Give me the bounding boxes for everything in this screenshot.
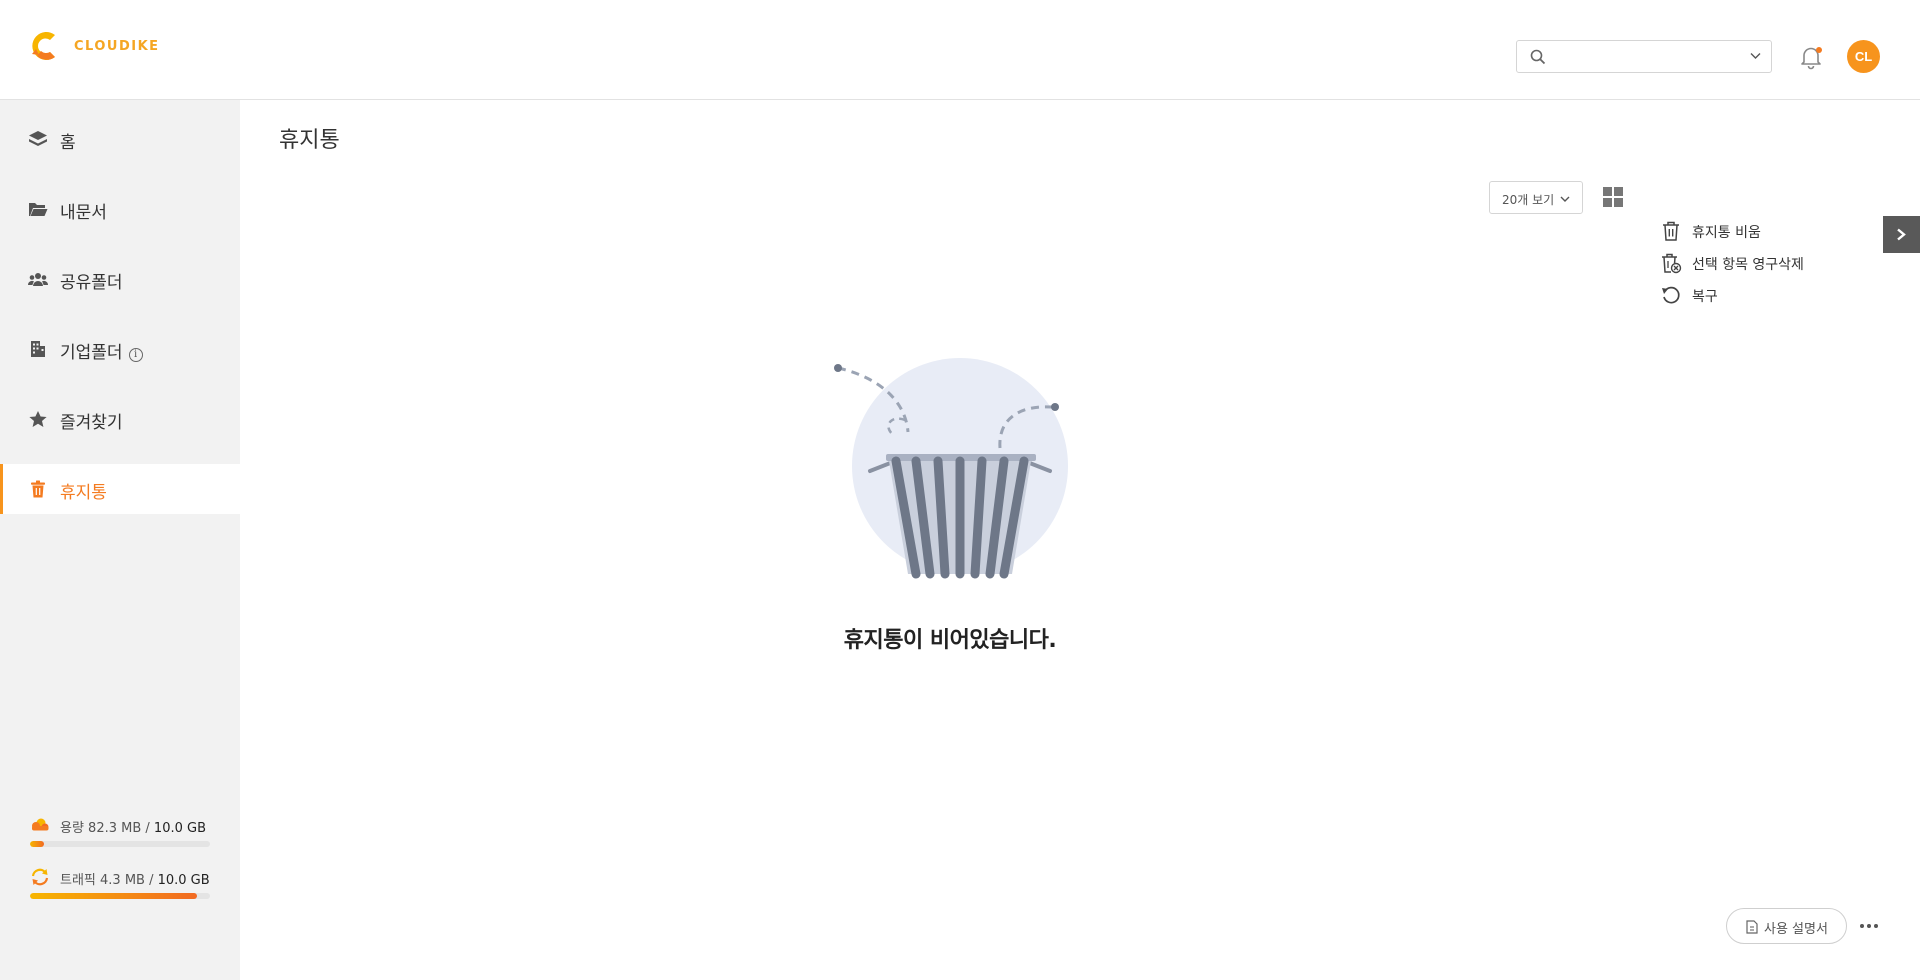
users-icon — [28, 273, 48, 286]
user-avatar[interactable]: CL — [1847, 40, 1880, 73]
sidebar-item-company-folders[interactable]: 기업폴더 i — [0, 324, 240, 374]
storage-progress-bar — [30, 841, 210, 847]
cloudike-logo[interactable]: CLOUDIKE — [28, 26, 160, 66]
empty-state-message: 휴지통이 비어있습니다. — [843, 628, 1057, 653]
traffic-used-label: 트래픽 4.3 MB / — [60, 873, 158, 888]
items-per-page-value: 20개 보기 — [1502, 193, 1555, 207]
restore-button[interactable]: 복구 — [1660, 283, 1860, 307]
traffic-progress-bar — [30, 893, 210, 899]
dot — [1867, 924, 1871, 928]
sidebar: 홈 내문서 공유폴더 기업폴더 i 즐겨찾기 휴지통 용량 82.3 MB / … — [0, 100, 240, 980]
sidebar-item-label: 공유폴더 — [60, 273, 123, 293]
sidebar-item-label: 홈 — [60, 133, 76, 153]
items-per-page-select[interactable]: 20개 보기 — [1489, 181, 1583, 214]
dot — [1874, 924, 1878, 928]
cloudike-logo-mark-icon — [32, 32, 55, 61]
traffic-total: 10.0 GB — [157, 873, 210, 888]
cloud-storage-icon — [32, 818, 49, 831]
storage-progress-fill — [30, 841, 45, 847]
trash-icon — [31, 480, 45, 498]
restore-icon — [1662, 286, 1680, 304]
user-manual-label: 사용 설명서 — [1764, 922, 1828, 937]
sidebar-item-label: 휴지통 — [60, 483, 107, 503]
top-header: CLOUDIKE CL — [0, 0, 1920, 100]
panel-toggle-button[interactable] — [1883, 216, 1920, 253]
storage-used-label: 용량 82.3 MB / — [60, 821, 154, 836]
trash-delete-icon — [1662, 253, 1682, 274]
sidebar-item-label: 즐겨찾기 — [60, 413, 123, 433]
layers-icon — [29, 131, 47, 146]
empty-trash-button[interactable]: 휴지통 비움 — [1660, 219, 1860, 243]
traffic-progress-fill — [30, 893, 198, 899]
dot — [1860, 924, 1864, 928]
sidebar-item-trash[interactable]: 휴지통 — [0, 464, 240, 514]
notification-dot — [1816, 47, 1822, 53]
sidebar-item-label-wrap: 기업폴더 i — [60, 338, 143, 363]
permanent-delete-button[interactable]: 선택 항목 영구삭제 — [1660, 251, 1860, 275]
more-options-button[interactable] — [1860, 916, 1880, 936]
trash-outline-icon — [1663, 221, 1679, 241]
notifications-button[interactable] — [1798, 44, 1824, 70]
sync-icon — [31, 868, 49, 886]
user-manual-button[interactable]: 사용 설명서 — [1726, 908, 1847, 944]
search-input[interactable] — [1555, 45, 1735, 69]
storage-total: 10.0 GB — [153, 821, 206, 836]
page-title: 휴지통 — [279, 128, 340, 153]
logo-text: CLOUDIKE — [74, 38, 160, 54]
empty-trash-illustration — [834, 358, 1068, 579]
chevron-down-icon — [1560, 196, 1570, 202]
traffic-text: 트래픽 4.3 MB / 10.0 GB — [60, 869, 210, 888]
document-icon — [1746, 920, 1758, 934]
search-icon — [1530, 49, 1546, 65]
info-icon[interactable]: i — [128, 348, 143, 362]
empty-trash-label: 휴지통 비움 — [1692, 225, 1761, 241]
star-icon — [29, 411, 47, 427]
chevron-right-icon — [1897, 228, 1906, 241]
restore-label: 복구 — [1692, 289, 1718, 305]
storage-text: 용량 82.3 MB / 10.0 GB — [60, 817, 206, 836]
permanent-delete-label: 선택 항목 영구삭제 — [1692, 257, 1804, 273]
sidebar-item-label: 내문서 — [60, 203, 107, 223]
sidebar-item-shared-folders[interactable]: 공유폴더 — [0, 254, 240, 304]
sidebar-item-my-documents[interactable]: 내문서 — [0, 184, 240, 234]
sidebar-item-label: 기업폴더 — [60, 343, 123, 363]
sidebar-item-home[interactable]: 홈 — [0, 114, 240, 164]
sidebar-item-favorites[interactable]: 즐겨찾기 — [0, 394, 240, 444]
building-icon — [31, 341, 45, 357]
grid-view-icon[interactable] — [1603, 187, 1623, 207]
search-box[interactable] — [1516, 40, 1772, 73]
folder-open-icon — [29, 203, 48, 216]
chevron-down-icon[interactable] — [1750, 52, 1761, 60]
